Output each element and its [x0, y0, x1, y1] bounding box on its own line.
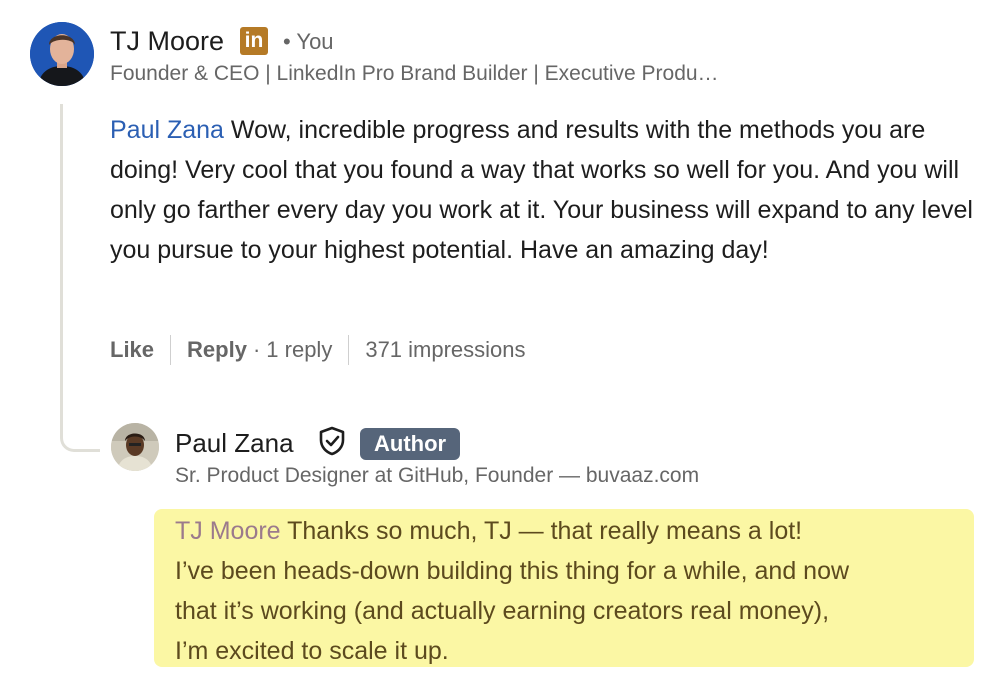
commenter-name[interactable]: TJ Moore: [110, 26, 224, 57]
divider: [348, 335, 350, 365]
paul-zana-avatar[interactable]: [111, 423, 159, 471]
reply-line-4: I’m excited to scale it up.: [175, 637, 449, 665]
mention-link[interactable]: Paul Zana: [110, 116, 224, 144]
you-label: You: [296, 29, 334, 54]
shield-check-icon: [317, 425, 347, 457]
comment-actions: Like Reply · 1 reply 371 impressions: [110, 334, 526, 366]
like-button[interactable]: Like: [110, 337, 154, 363]
reply-line-3: that it’s working (and actually earning …: [175, 597, 830, 625]
reply-line-1: TJ Moore Thanks so much, TJ — that reall…: [175, 511, 975, 551]
author-badge: Author: [360, 428, 461, 460]
tj-moore-avatar[interactable]: [30, 22, 94, 86]
mention-link[interactable]: TJ Moore: [175, 517, 281, 545]
person-photo-icon: [30, 22, 94, 86]
comment-text: Wow, incredible progress and results wit…: [110, 116, 973, 264]
thread-connector: [60, 104, 100, 452]
reply-count-link[interactable]: 1 reply: [266, 337, 332, 363]
reply-button[interactable]: Reply: [187, 337, 247, 363]
reply-author-headline: Sr. Product Designer at GitHub, Founder …: [175, 464, 700, 487]
divider: [170, 335, 172, 365]
reply-body: TJ Moore Thanks so much, TJ — that reall…: [175, 511, 975, 671]
separator-dot: •: [283, 29, 291, 54]
comment-body: Paul Zana Wow, incredible progress and r…: [110, 110, 990, 270]
commenter-headline: Founder & CEO | LinkedIn Pro Brand Build…: [110, 62, 719, 85]
dot-separator: ·: [252, 337, 261, 362]
person-photo-icon: [111, 423, 159, 471]
linkedin-icon: in: [240, 27, 268, 55]
impressions-link[interactable]: 371 impressions: [365, 337, 525, 363]
reply-line-2: I’ve been heads-down building this thing…: [175, 557, 850, 585]
reply-author-name[interactable]: Paul Zana: [175, 428, 294, 459]
relation-label: • You: [283, 29, 334, 55]
reply-text: Thanks so much, TJ — that really means a…: [287, 517, 803, 545]
